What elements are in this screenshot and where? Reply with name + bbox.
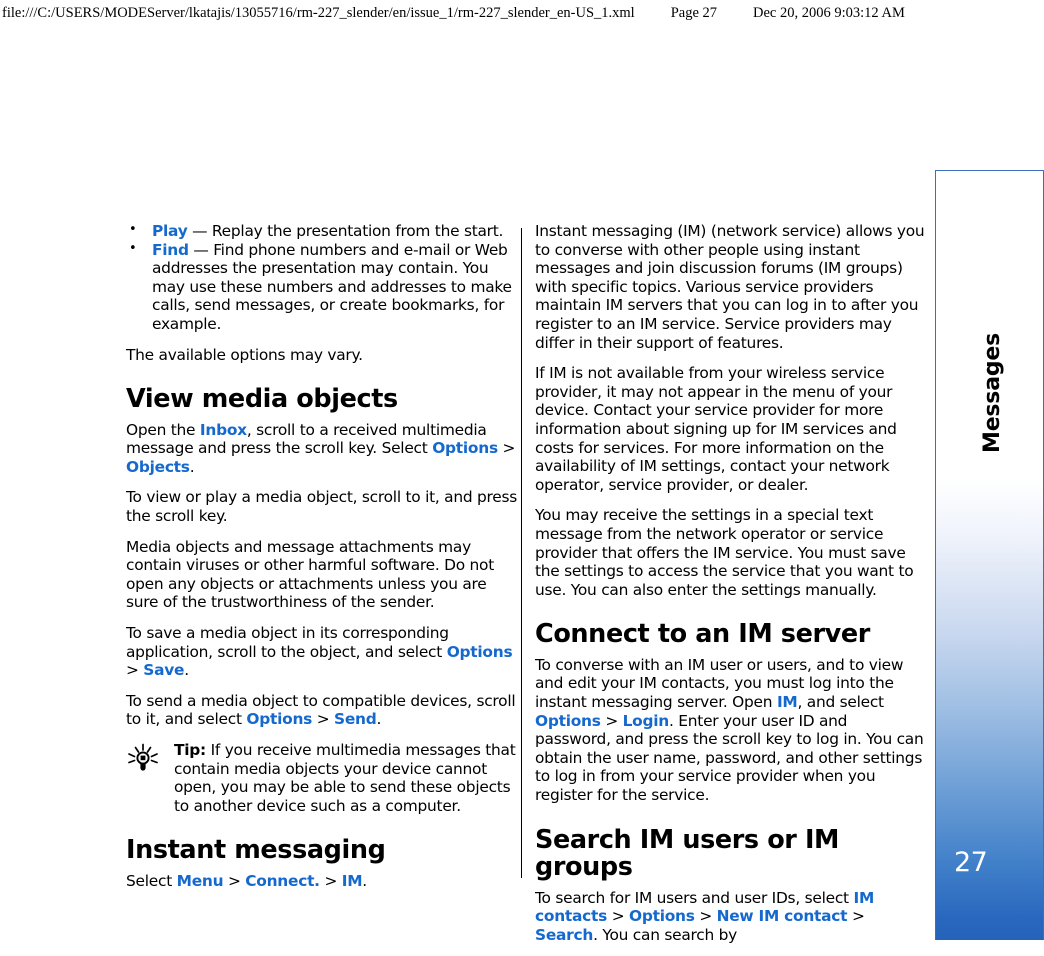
- header-timestamp: Dec 20, 2006 9:03:12 AM: [753, 4, 905, 21]
- link-im[interactable]: IM: [342, 872, 363, 890]
- tip-text: Tip: If you receive multimedia messages …: [174, 741, 518, 815]
- document-page: Play — Replay the presentation from the …: [0, 26, 1044, 944]
- left-column: Play — Replay the presentation from the …: [126, 221, 518, 903]
- text-search-2: . You can search by: [593, 925, 737, 944]
- separator-gt: >: [847, 907, 865, 926]
- paragraph-open-inbox: Open the Inbox, scroll to a received mul…: [126, 421, 518, 477]
- link-search[interactable]: Search: [535, 926, 593, 944]
- heading-view-media-objects: View media objects: [126, 384, 398, 415]
- text-search-1: To search for IM users and user IDs, sel…: [535, 888, 854, 907]
- text-select-1: Select: [126, 871, 177, 890]
- separator-gt: >: [694, 907, 717, 926]
- paragraph-view-or-play: To view or play a media object, scroll t…: [126, 488, 518, 526]
- link-inbox[interactable]: Inbox: [200, 421, 247, 439]
- paragraph-options-vary: The available options may vary.: [126, 345, 363, 364]
- text-send-2: .: [376, 710, 382, 729]
- page-number: 27: [954, 847, 988, 878]
- paragraph-im-availability: If IM is not available from your wireles…: [535, 364, 897, 494]
- link-im[interactable]: IM: [777, 693, 798, 711]
- list-item: Play — Replay the presentation from the …: [126, 221, 518, 241]
- text-connect-2: , and select: [797, 693, 884, 711]
- text-select-2: .: [362, 871, 367, 890]
- paragraph-save-media-object: To save a media object in its correspond…: [126, 624, 518, 680]
- text-open-inbox-3: .: [189, 457, 195, 476]
- link-options-send[interactable]: Options: [246, 710, 312, 728]
- tip-label: Tip:: [174, 741, 206, 759]
- heading-instant-messaging: Instant messaging: [126, 835, 386, 866]
- print-header: file:///C:/USERS/MODEServer/lkatajis/130…: [0, 0, 1044, 26]
- text-save-1: To save a media object in its correspond…: [126, 624, 449, 661]
- options-bullet-list: Play — Replay the presentation from the …: [126, 221, 518, 334]
- link-save[interactable]: Save: [143, 661, 184, 679]
- text-save-2: .: [184, 661, 189, 680]
- separator-gt: >: [126, 661, 144, 680]
- paragraph-connect-instructions: To converse with an IM user or users, an…: [535, 656, 927, 805]
- link-connect[interactable]: Connect.: [245, 872, 320, 890]
- paragraph-send-media-object: To send a media object to compatible dev…: [126, 692, 518, 729]
- tip-body-text: If you receive multimedia messages that …: [174, 741, 516, 815]
- paragraph-search-instructions: To search for IM users and user IDs, sel…: [535, 889, 927, 945]
- header-file-path: file:///C:/USERS/MODEServer/lkatajis/130…: [2, 4, 635, 21]
- tip-callout: Tip: If you receive multimedia messages …: [126, 741, 518, 815]
- right-column: Instant messaging (IM) (network service)…: [535, 222, 927, 956]
- separator-gt: >: [223, 871, 246, 890]
- column-divider: [521, 228, 522, 878]
- link-options-save[interactable]: Options: [447, 643, 513, 661]
- link-send[interactable]: Send: [334, 710, 377, 728]
- heading-search-im-users: Search IM users or IM groups: [535, 824, 840, 883]
- separator-gt: >: [497, 439, 516, 458]
- list-item: Find — Find phone numbers and e-mail or …: [126, 240, 518, 334]
- separator-gt: >: [607, 907, 629, 926]
- bullet-text-find: — Find phone numbers and e-mail or Web a…: [152, 240, 512, 333]
- paragraph-virus-warning: Media objects and message attachments ma…: [126, 537, 494, 612]
- link-options[interactable]: Options: [535, 712, 601, 730]
- bullet-term-play[interactable]: Play: [152, 222, 188, 240]
- heading-connect-to-im-server: Connect to an IM server: [535, 619, 870, 650]
- link-objects[interactable]: Objects: [126, 458, 190, 476]
- separator-gt: >: [319, 871, 342, 890]
- link-options[interactable]: Options: [629, 907, 695, 925]
- lightbulb-icon: [126, 741, 174, 815]
- text-open-inbox-1: Open the: [126, 420, 200, 439]
- bullet-term-find[interactable]: Find: [152, 241, 189, 259]
- chapter-side-tab: Messages 27: [935, 170, 1044, 940]
- link-options[interactable]: Options: [432, 439, 498, 457]
- separator-gt: >: [600, 711, 623, 730]
- paragraph-im-intro: Instant messaging (IM) (network service)…: [535, 222, 925, 352]
- chapter-label: Messages: [980, 332, 1005, 453]
- header-page-label: Page 27: [670, 4, 718, 21]
- link-menu[interactable]: Menu: [177, 872, 224, 890]
- link-login[interactable]: Login: [623, 712, 670, 730]
- paragraph-settings-message: You may receive the settings in a specia…: [535, 506, 914, 599]
- paragraph-select-menu-path: Select Menu > Connect. > IM.: [126, 872, 518, 891]
- separator-gt: >: [312, 710, 335, 729]
- bullet-text-play: — Replay the presentation from the start…: [187, 222, 504, 240]
- link-new-im-contact[interactable]: New IM contact: [717, 907, 848, 925]
